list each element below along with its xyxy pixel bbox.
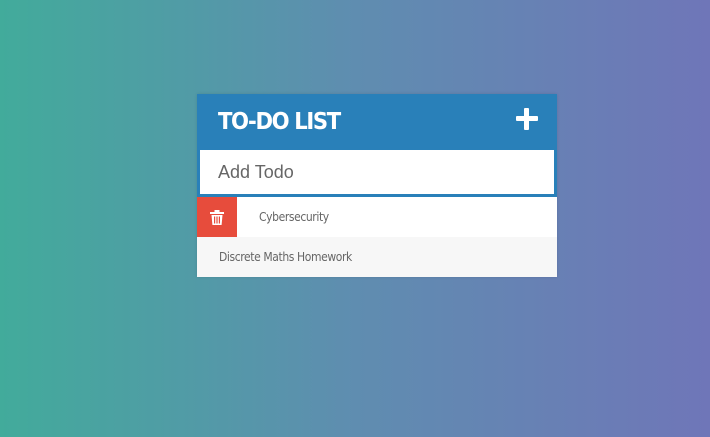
todo-header: TO-DO LIST (197, 94, 557, 147)
add-todo-field-wrapper (197, 147, 557, 197)
todo-item-label: Discrete Maths Homework (219, 250, 352, 264)
page-title: TO-DO LIST (218, 108, 341, 135)
todo-item-label: Cybersecurity (259, 210, 329, 224)
add-todo-input[interactable] (200, 150, 554, 194)
todo-list: Cybersecurity Discrete Maths Homework (197, 197, 557, 277)
plus-icon[interactable] (516, 107, 538, 130)
todo-card: TO-DO LIST Cybersecurity Discrete Maths … (197, 94, 557, 277)
delete-button[interactable] (197, 197, 237, 237)
trash-icon (210, 209, 224, 225)
todo-item[interactable]: Discrete Maths Homework (197, 237, 557, 277)
todo-item[interactable]: Cybersecurity (197, 197, 557, 237)
